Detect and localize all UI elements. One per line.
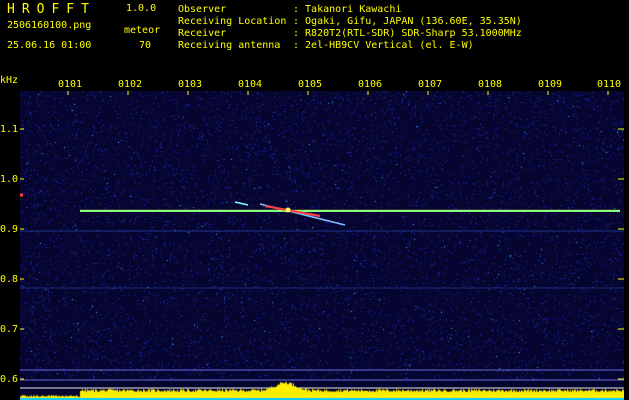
x-tick-label: 0105: [298, 79, 323, 90]
info-value-location: : Ogaki, Gifu, JAPAN (136.60E, 35.35N): [293, 16, 522, 27]
datetime: 25.06.16 01:00: [7, 40, 92, 51]
info-value-receiver: : R820T2(RTL-SDR) SDR-Sharp 53.1000MHz: [293, 28, 522, 39]
y-tick-label: 0.8: [0, 274, 19, 285]
y-ticks-left: [20, 128, 24, 380]
app-version: 1.0.0: [126, 3, 157, 14]
meteor-label: meteor: [124, 25, 161, 36]
x-tick-label: 0103: [178, 79, 203, 90]
y-ticks-right: [618, 128, 624, 380]
waterfall-spectrogram: [20, 91, 624, 400]
y-tick-label: 1.1: [0, 124, 19, 135]
x-tick-label: 0110: [597, 79, 622, 90]
y-tick-label: 0.7: [0, 324, 19, 335]
x-tick-label: 0107: [418, 79, 443, 90]
x-tick-label: 0104: [238, 79, 263, 90]
info-key-observer: Observer: [178, 4, 227, 15]
header-panel: HROFFT 1.0.0 2506160100.png 25.06.16 01:…: [0, 0, 629, 76]
x-tick-label: 0102: [118, 79, 143, 90]
meteor-echo-peak: [285, 207, 291, 213]
y-tick-label: 1.0: [0, 174, 19, 185]
signal-level-bars: [20, 380, 624, 400]
x-tick-label: 0101: [58, 79, 83, 90]
spectrogram-overlay: [20, 91, 624, 389]
app-name: HROFFT: [7, 2, 96, 17]
x-tick-label: 0106: [358, 79, 383, 90]
x-tick-label: 0108: [478, 79, 503, 90]
filename: 2506160100.png: [7, 20, 92, 31]
y-tick-label: 0.6: [0, 374, 19, 385]
info-key-antenna: Receiving antenna: [178, 40, 281, 51]
meteor-count: 70: [139, 40, 152, 51]
y-axis-unit: kHz: [0, 75, 19, 86]
info-key-receiver: Receiver: [178, 28, 227, 39]
y-tick-label: 0.9: [0, 224, 19, 235]
x-ticks: [67, 91, 609, 95]
info-value-observer: : Takanori Kawachi: [293, 4, 402, 15]
x-tick-label: 0109: [538, 79, 563, 90]
info-value-antenna: : 2el-HB9CV Vertical (el. E-W): [293, 40, 474, 51]
info-key-location: Receiving Location: [178, 16, 287, 27]
meteor-echo-fragment: [234, 201, 249, 206]
